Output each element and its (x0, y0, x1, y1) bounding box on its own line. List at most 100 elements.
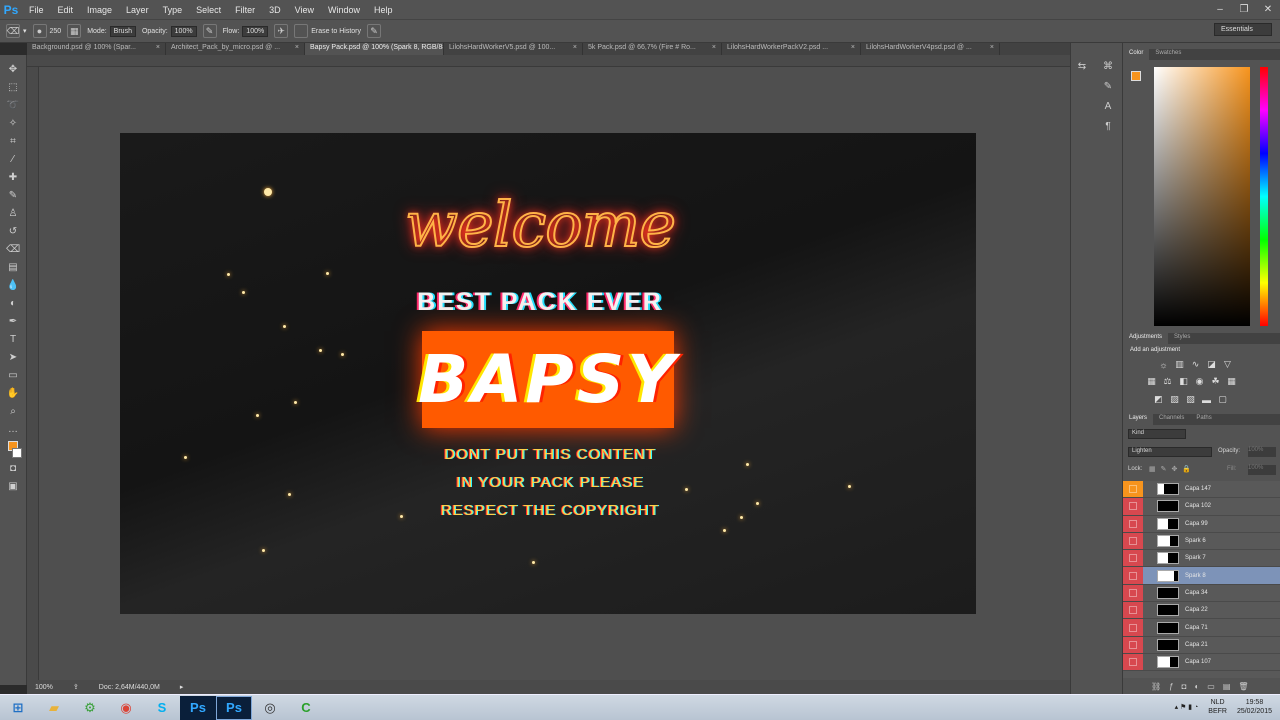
erase-to-history-checkbox[interactable] (294, 24, 309, 38)
menu-layer[interactable]: Layer (119, 5, 156, 15)
marquee-tool-icon[interactable]: ⬚ (6, 81, 20, 95)
shape-tool-icon[interactable]: ▭ (6, 369, 20, 383)
document-size[interactable]: Doc: 2,64M/440,0M (99, 684, 160, 691)
zoom-level[interactable]: 100% (35, 684, 53, 691)
doc-tab[interactable]: Background.psd @ 100% (Spar... × (27, 43, 166, 55)
type-tool-icon[interactable]: T (6, 333, 20, 347)
brush-size[interactable]: 250 (50, 28, 62, 35)
layer-kind-filter[interactable]: Kind (1128, 429, 1186, 439)
lock-icons[interactable]: ▦✎✥🔒 (1149, 465, 1196, 473)
gradient-tool-icon[interactable]: ▤ (6, 261, 20, 275)
tab-styles[interactable]: Styles (1168, 333, 1196, 344)
blur-tool-icon[interactable]: 💧 (6, 279, 20, 293)
skype-icon[interactable]: S (144, 696, 180, 720)
chrome-icon[interactable]: ◉ (108, 696, 144, 720)
pressure-opacity-icon[interactable]: ✎ (202, 24, 217, 38)
layer-visibility-toggle[interactable] (1123, 515, 1143, 532)
layer-row[interactable]: Capa 21 (1123, 636, 1280, 654)
close-icon[interactable]: ✕ (1256, 0, 1280, 19)
channel-mixer-icon[interactable]: ☘ (1210, 376, 1221, 387)
color-panel-foreground-swatch[interactable] (1131, 71, 1141, 81)
tab-paths[interactable]: Paths (1190, 414, 1217, 425)
posterize-icon[interactable]: ▨ (1169, 394, 1180, 405)
menu-view[interactable]: View (288, 5, 321, 15)
eraser-tool-icon[interactable]: ⌫ (6, 243, 20, 257)
layer-visibility-toggle[interactable] (1123, 653, 1143, 671)
layer-row[interactable]: Spark 6 (1123, 532, 1280, 551)
opacity-input[interactable]: 100% (170, 25, 197, 37)
file-explorer-icon[interactable]: ▰ (36, 696, 72, 720)
brush-tool-icon[interactable]: ✎ (6, 189, 20, 203)
menu-file[interactable]: File (22, 5, 51, 15)
layer-row[interactable]: Capa 34 (1123, 584, 1280, 603)
menu-3d[interactable]: 3D (262, 5, 288, 15)
photoshop-taskbar-icon[interactable]: Ps (180, 695, 216, 720)
eyedropper-tool-icon[interactable]: ⁄ (6, 153, 20, 167)
language-indicator[interactable]: NLD BEFR (1208, 698, 1227, 716)
pressure-size-icon[interactable]: ✎ (367, 24, 381, 38)
brush-panel-icon[interactable]: ▦ (67, 24, 82, 38)
layer-row[interactable]: Capa 102 (1123, 498, 1280, 516)
vibrance-icon[interactable]: ▽ (1222, 359, 1233, 370)
hue-saturation-icon[interactable]: ▦ (1146, 376, 1157, 387)
airbrush-icon[interactable]: ✈ (274, 24, 289, 38)
threshold-icon[interactable]: ▧ (1185, 394, 1196, 405)
blend-mode-select[interactable]: Lighten (1128, 447, 1212, 457)
layer-visibility-toggle[interactable] (1123, 584, 1143, 602)
menu-window[interactable]: Window (321, 5, 367, 15)
flow-input[interactable]: 100% (242, 25, 269, 37)
edit-toolbar-icon[interactable]: … (6, 423, 20, 437)
brush-panel-icon[interactable]: ✎ (1101, 79, 1115, 93)
export-icon[interactable]: ⇪ (73, 683, 79, 691)
brush-preset-icon[interactable]: ● (32, 24, 47, 38)
crop-tool-icon[interactable]: ⌗ (6, 135, 20, 149)
tray-icons[interactable]: ▴ ⚑ ▮ ◔ (1175, 703, 1199, 711)
move-tool-icon[interactable]: ✥ (6, 63, 20, 77)
panel-collapse-icon[interactable]: ⇆ (1075, 59, 1089, 73)
quick-mask-icon[interactable]: ◘ (6, 462, 20, 476)
screen-mode-icon[interactable]: ▣ (6, 480, 20, 494)
tab-layers[interactable]: Layers (1123, 414, 1154, 425)
document-canvas[interactable]: welcome BEST PACK EVER BAPSY DONT PUT TH… (120, 133, 976, 614)
close-icon[interactable]: × (851, 44, 855, 54)
clone-stamp-tool-icon[interactable]: ♙ (6, 207, 20, 221)
magic-wand-tool-icon[interactable]: ✧ (6, 117, 20, 131)
camtasia-icon[interactable]: C (288, 696, 324, 720)
mode-select[interactable]: Brush (109, 25, 136, 37)
menu-type[interactable]: Type (156, 5, 190, 15)
gradient-map-icon[interactable]: ▬ (1201, 394, 1212, 405)
close-icon[interactable]: × (990, 44, 994, 54)
history-panel-icon[interactable]: ⌘ (1101, 59, 1115, 73)
close-icon[interactable]: × (573, 44, 577, 54)
layer-opacity-input[interactable]: 100% (1248, 447, 1276, 457)
photoshop-active-taskbar-icon[interactable]: Ps (216, 695, 252, 720)
restore-icon[interactable]: ❐ (1232, 0, 1256, 19)
doc-tab[interactable]: LilohsHardWorkerV5.psd @ 100... × (444, 43, 583, 55)
tab-swatches[interactable]: Swatches (1149, 49, 1187, 60)
layer-visibility-toggle[interactable] (1123, 619, 1143, 636)
tab-color[interactable]: Color (1123, 49, 1150, 60)
menu-help[interactable]: Help (367, 5, 400, 15)
layer-visibility-toggle[interactable] (1123, 602, 1143, 619)
paragraph-panel-icon[interactable]: ¶ (1101, 119, 1115, 133)
character-panel-icon[interactable]: A (1101, 99, 1115, 113)
doc-tab-active[interactable]: Bapsy Pack.psd @ 100% (Spark 8, RGB/8#) … (305, 43, 444, 55)
layer-visibility-toggle[interactable] (1123, 550, 1143, 567)
workspace-select[interactable]: Essentials (1214, 23, 1272, 36)
layer-row[interactable]: Capa 22 (1123, 602, 1280, 620)
layer-visibility-toggle[interactable] (1123, 498, 1143, 515)
eraser-tool-icon[interactable]: ⌫ (6, 24, 20, 38)
background-color-swatch[interactable] (12, 448, 22, 458)
layer-row[interactable]: Capa 99 (1123, 515, 1280, 533)
pen-tool-icon[interactable]: ✒ (6, 315, 20, 329)
zoom-tool-icon[interactable]: ⌕ (6, 405, 20, 419)
color-lookup-icon[interactable]: ▦ (1226, 376, 1237, 387)
status-menu-arrow-icon[interactable]: ▸ (180, 683, 184, 691)
layer-visibility-toggle[interactable] (1123, 567, 1143, 584)
menu-image[interactable]: Image (80, 5, 119, 15)
brightness-icon[interactable]: ☼ (1158, 359, 1169, 370)
clock[interactable]: 19:58 25/02/2015 (1237, 698, 1272, 716)
windows-start-icon[interactable]: ⊞ (0, 696, 36, 720)
curves-icon[interactable]: ∿ (1190, 359, 1201, 370)
tab-adjustments[interactable]: Adjustments (1123, 333, 1169, 344)
